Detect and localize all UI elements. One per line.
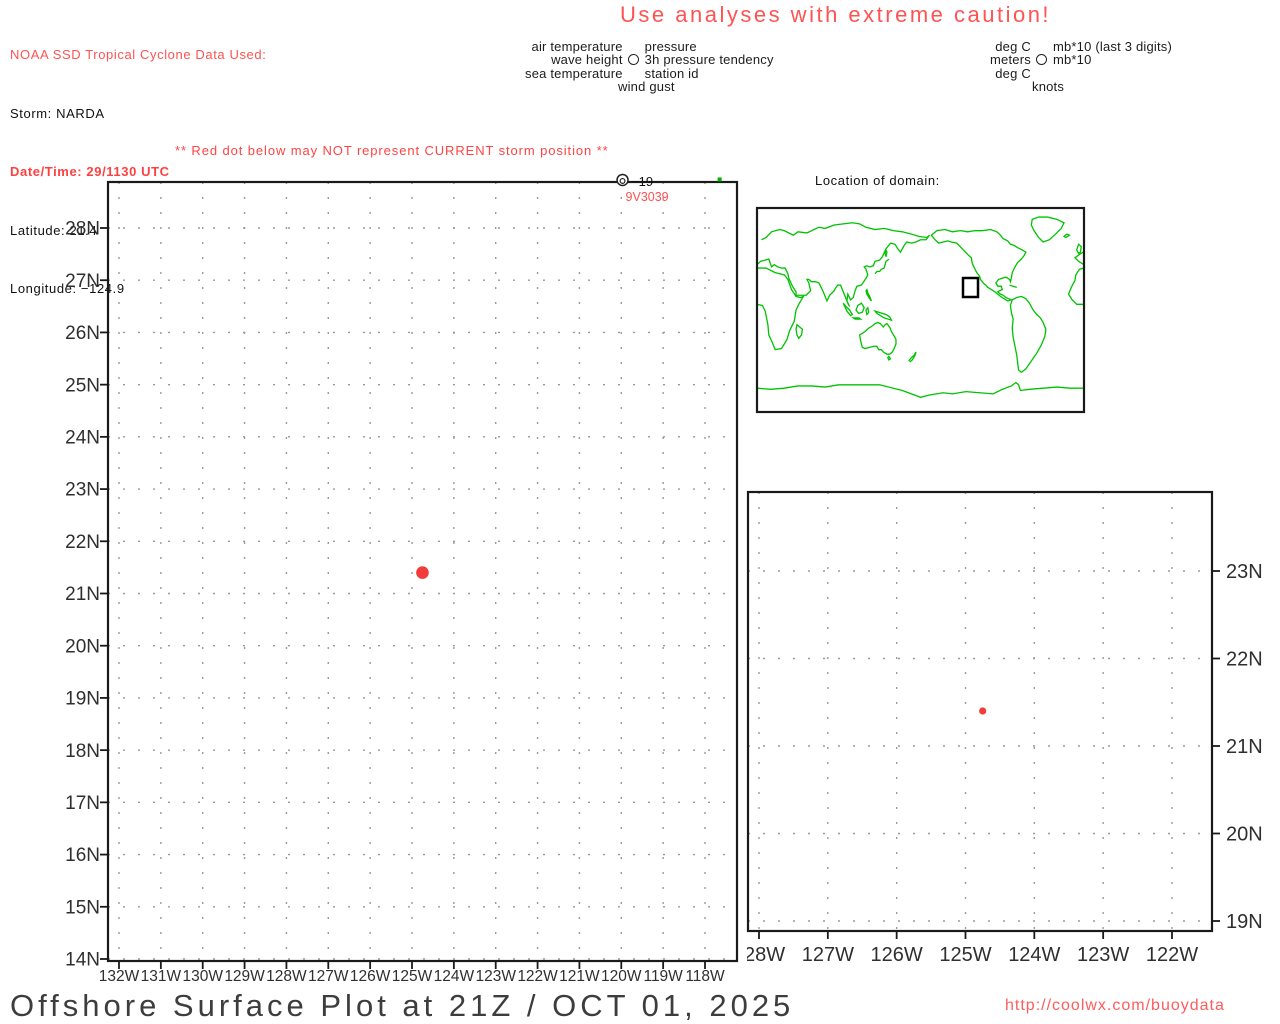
coast-sumatra [843,303,852,315]
storm-position-dot [416,566,429,579]
unit-blank [1053,68,1172,81]
unit-knots: knots [1032,78,1065,94]
coast-britain [1077,244,1082,253]
coast-australia [860,322,896,354]
coast-antarctica [757,383,1084,398]
x-tick-label: 120W [601,968,642,985]
coast-sulawesi [866,308,869,315]
caution-headline: Use analyses with extreme caution! [620,2,1052,27]
x-tick-label: 131W [141,968,182,985]
x-tick-label: 124W [1008,944,1060,966]
coast-madagascar [796,325,802,339]
coastlines [757,217,1084,397]
coast-south-america [1010,296,1045,372]
y-tick-label: 28N [65,219,100,240]
y-tick-label: 21N [1226,736,1263,758]
x-tick-label: 119W [643,968,683,985]
coast-tasmania [888,356,891,359]
coast-borneo [856,303,864,313]
x-tick-label: 123W [475,968,516,985]
y-tick-label: 22N [65,532,100,553]
coast-antilles [1010,285,1017,287]
storm-name-line: Storm: NARDA [10,105,105,121]
coast-philippines [866,290,871,301]
coast-new-zealand [909,352,916,362]
x-tick-label: 129W [224,968,265,985]
y-tick-label: 20N [1226,824,1263,846]
x-tick-label: 126W [871,944,923,966]
x-tick-label: 127W [802,944,854,966]
y-tick-label: 24N [65,428,100,449]
unit-mb10: mb*10 [1052,51,1092,67]
station-circle-icon [628,53,640,65]
y-tick-label: 23N [1226,561,1263,583]
storm-position-warning: ** Red dot below may NOT represent CURRE… [175,143,609,158]
legend-wind-gust: wind gust [618,78,675,94]
station-model-legend: air temperature pressure wave height 3h … [525,40,774,94]
y-tick-label: 27N [65,271,100,292]
x-tick-label: 128W [733,944,785,966]
source-url-link[interactable]: http://coolwx.com/buoydata [1005,997,1225,1015]
coast-iceland [1064,234,1069,237]
domain-box [961,276,980,299]
y-tick-label: 19N [1226,911,1263,933]
station-id-label: 9V3039 [626,190,669,204]
x-tick-label: 123W [1077,944,1129,966]
map-inset-title: Location of domain: [815,173,940,188]
coast-java [853,318,860,319]
world-map-inset [755,206,1086,414]
x-tick-label: 122W [517,968,558,985]
unit-deg-c-sea: deg C [995,65,1031,81]
x-tick-label: 124W [434,968,475,985]
y-tick-label: 26N [65,323,100,344]
map-frame [755,206,1086,414]
coast-africa-west [1069,268,1084,304]
y-tick-label: 16N [65,845,100,866]
units-circle-icon [1036,53,1048,65]
x-tick-label: 125W [392,968,433,985]
legend-sea-temperature: sea temperature [525,65,623,81]
x-tick-label: 125W [939,944,991,966]
noaa-data-line: NOAA SSD Tropical Cyclone Data Used: [10,47,267,62]
main-offshore-plot: 28N 27N 26N 25N 24N 23N 22N 21N 20N 19N 18N 17N 16N 1… [65,173,739,985]
zoomed-domain-plot: 23N 22N 21N 20N 19N 128W 127W 126W 125W 124W 123W 1… [733,490,1263,966]
coast-eurasia [757,223,930,307]
coast-greenland [1031,217,1064,242]
y-tick-label: 18N [65,741,100,762]
y-tick-label: 15N [65,897,100,918]
coast-africa-east [757,268,803,350]
x-tick-label: 127W [308,968,349,985]
green-station-dot [717,177,722,182]
y-tick-label: 19N [65,689,100,710]
y-tick-label: 22N [1226,649,1263,671]
units-legend: deg C mb*10 (last 3 digits) meters mb*10… [990,40,1172,94]
coast-new-guinea [875,311,891,320]
x-tick-label: 122W [1146,944,1198,966]
x-tick-label: 126W [350,968,391,985]
coast-west-europe [1075,252,1084,264]
y-tick-label: 25N [65,375,100,396]
y-tick-label: 21N [65,584,100,605]
x-tick-label: 121W [559,968,600,985]
y-tick-label: 17N [65,793,100,814]
x-tick-label: 132W [99,968,140,985]
plot-title: Offshore Surface Plot at 21Z / OCT 01, 2… [10,988,795,1023]
station-pressure-tendency: −19 [631,174,653,189]
y-tick-label: 20N [65,636,100,657]
storm-position-dot [979,707,987,715]
y-tick-label: 14N [65,950,100,971]
y-tick-label: 23N [65,480,100,501]
x-tick-label: 118W [685,968,725,985]
buoy-plot-page: { "colors": { "red_text": "#ff5252", "re… [0,0,1280,1024]
x-tick-label: 130W [182,968,223,985]
x-tick-label: 128W [266,968,307,985]
coast-sakhalin [885,250,887,257]
